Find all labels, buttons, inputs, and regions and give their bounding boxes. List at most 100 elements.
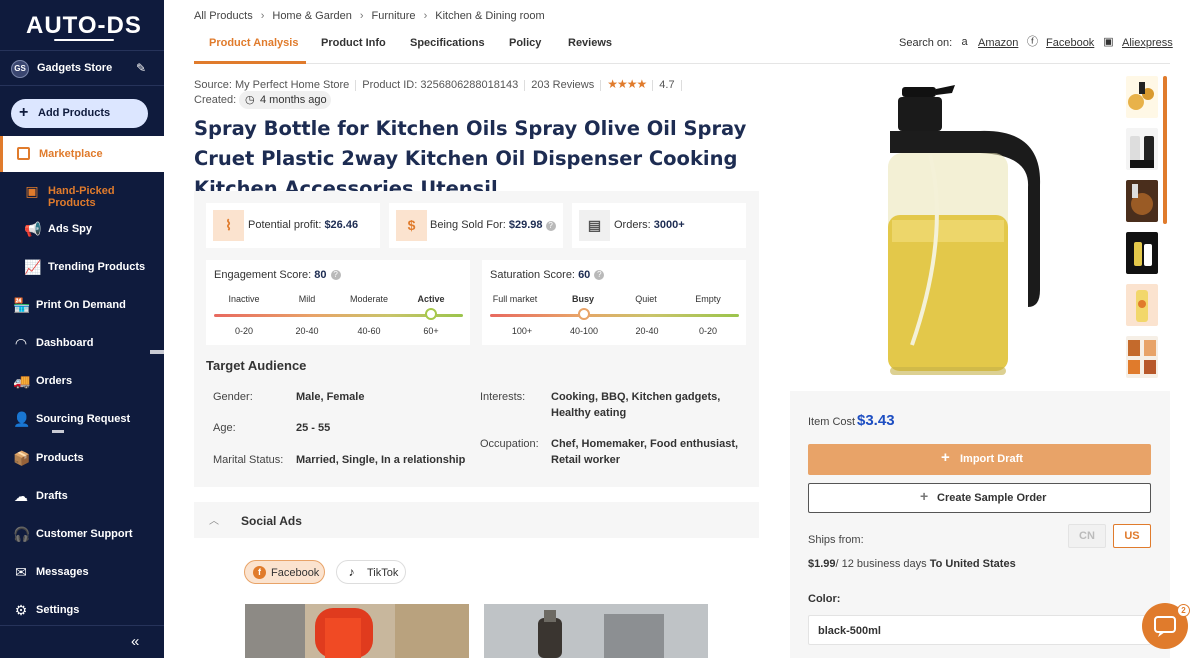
dollar-icon: $ <box>396 210 427 241</box>
engagement-level: Mild <box>298 294 316 304</box>
create-sample-order-button[interactable]: + Create Sample Order <box>808 483 1151 513</box>
sidebar-decoration <box>52 430 64 433</box>
breadcrumb-item[interactable]: Furniture <box>372 10 416 22</box>
profit-card: ⌇ Potential profit: $26.46 <box>206 203 380 248</box>
tab-reviews[interactable]: Reviews <box>568 37 612 49</box>
saturation-value: 60 <box>578 269 591 281</box>
shipping-info: $1.99/ 12 business days To United States <box>808 558 1016 570</box>
sidebar-item-orders[interactable]: 🚚 Orders <box>0 367 164 397</box>
country-cn-button[interactable]: CN <box>1068 524 1106 548</box>
facebook-link[interactable]: Facebook <box>1046 37 1094 49</box>
pencil-icon[interactable]: ✎ <box>136 61 146 75</box>
sidebar-item-ads-spy[interactable]: 📢 Ads Spy <box>0 215 164 245</box>
divider <box>680 79 682 91</box>
saturation-level: Full market <box>492 294 538 304</box>
sidebar-item-customer-support[interactable]: 🎧 Customer Support <box>0 520 164 550</box>
tiktok-filter-button[interactable]: ♪ TikTok <box>336 560 406 584</box>
product-thumbnail[interactable] <box>1126 336 1158 378</box>
store-selector[interactable]: GS Gadgets Store ✎ <box>0 50 164 86</box>
tiktok-icon: ♪ <box>348 565 355 579</box>
sidebar-item-label: Hand-Picked Products <box>48 185 115 209</box>
analysis-panel: ⌇ Potential profit: $26.46 $ Being Sold … <box>194 191 759 487</box>
import-draft-button[interactable]: + Import Draft <box>808 444 1151 475</box>
mail-icon: ✉ <box>15 564 27 580</box>
occupation-label: Occupation: <box>480 438 539 450</box>
sidebar-item-sourcing-request[interactable]: 👤 Sourcing Request <box>0 405 164 435</box>
breadcrumb-item[interactable]: Home & Garden <box>272 10 351 22</box>
sidebar-item-label: Trending Products <box>48 261 146 273</box>
logo-underline <box>54 39 114 41</box>
chevron-right-icon: › <box>260 10 265 22</box>
help-icon[interactable]: ? <box>594 270 605 281</box>
sidebar-item-label: Settings <box>36 604 80 616</box>
breadcrumb-item[interactable]: All Products <box>194 10 253 22</box>
divider <box>652 79 654 91</box>
amazon-link[interactable]: Amazon <box>978 37 1018 49</box>
sidebar-item-label: Marketplace <box>39 148 103 160</box>
aliexpress-link[interactable]: Aliexpress <box>1122 37 1173 49</box>
trending-icon: 📈 <box>24 259 42 275</box>
cloud-upload-icon: ☁ <box>14 488 28 504</box>
product-thumbnail[interactable] <box>1126 180 1158 222</box>
country-us-button[interactable]: US <box>1113 524 1151 548</box>
collapse-sidebar-button[interactable]: « <box>0 625 164 658</box>
tab-policy[interactable]: Policy <box>509 37 541 49</box>
social-ads-header[interactable]: ︿ Social Ads <box>194 502 759 538</box>
box-icon: 📦 <box>13 450 31 466</box>
review-count[interactable]: 203 Reviews <box>531 79 594 91</box>
engagement-score-card: Engagement Score: 80? Inactive Mild Mode… <box>206 260 470 345</box>
thumbnail-scrollbar[interactable] <box>1163 76 1167 224</box>
saturation-gradient <box>490 314 739 317</box>
product-thumbnail[interactable] <box>1126 128 1158 170</box>
occupation-value: Chef, Homemaker, Food enthusiast, Retail… <box>551 438 739 466</box>
shipping-destination: To United States <box>929 558 1016 570</box>
tab-product-analysis[interactable]: Product Analysis <box>209 37 298 49</box>
sidebar-item-hand-picked[interactable]: ▣ Hand-Picked Products <box>0 177 164 209</box>
ad-thumbnail-image[interactable] <box>245 604 469 658</box>
product-main-image[interactable] <box>860 75 1070 385</box>
profit-label: Potential profit: <box>248 219 322 231</box>
tab-product-info[interactable]: Product Info <box>321 37 386 49</box>
help-icon[interactable]: ? <box>330 270 341 281</box>
autods-logo[interactable]: AUTO-DS <box>26 12 142 40</box>
interests-value: Cooking, BBQ, Kitchen gadgets, Healthy e… <box>551 391 721 419</box>
sidebar-item-messages[interactable]: ✉ Messages <box>0 558 164 588</box>
help-icon[interactable]: ? <box>545 221 556 231</box>
facebook-icon: ⓕ <box>1027 36 1038 48</box>
facebook-filter-button[interactable]: f Facebook <box>244 560 325 584</box>
ad-thumbnail-image[interactable] <box>484 604 708 658</box>
search-on-label: Search on: <box>899 37 953 49</box>
add-products-button[interactable]: + Add Products <box>11 99 148 128</box>
breadcrumb-item[interactable]: Kitchen & Dining room <box>435 10 544 22</box>
tab-specifications[interactable]: Specifications <box>410 37 485 49</box>
product-thumbnail[interactable] <box>1126 284 1158 326</box>
item-cost-label: Item Cost <box>808 416 856 428</box>
marital-label: Marital Status: <box>213 454 284 466</box>
color-select[interactable]: black-500ml <box>808 615 1151 645</box>
sidebar-item-drafts[interactable]: ☁ Drafts <box>0 482 164 512</box>
product-thumbnail[interactable] <box>1126 76 1158 118</box>
sidebar-item-print-on-demand[interactable]: 🏪 Print On Demand <box>0 291 164 321</box>
saturation-heading: Saturation Score: 60? <box>490 269 605 281</box>
created-badge: ◷ 4 months ago <box>239 91 331 109</box>
chat-button[interactable]: 2 <box>1142 603 1190 649</box>
engagement-heading: Engagement Score: 80? <box>214 269 341 281</box>
product-thumbnail[interactable] <box>1126 232 1158 274</box>
divider <box>355 79 357 91</box>
sidebar-item-dashboard[interactable]: ◠ Dashboard <box>0 329 164 359</box>
profit-text: Potential profit: $26.46 <box>248 219 358 231</box>
engagement-level-active: Active <box>417 294 445 304</box>
product-id: Product ID: 3256806288018143 <box>362 79 519 91</box>
age-label: Age: <box>213 422 236 434</box>
gender-value: Male, Female <box>296 391 365 403</box>
sidebar-item-label: Orders <box>36 375 73 387</box>
sidebar-item-marketplace[interactable]: Marketplace <box>0 136 164 172</box>
gauge-icon: ◠ <box>14 335 28 351</box>
sold-for-label: Being Sold For: <box>430 219 506 231</box>
sidebar-item-trending[interactable]: 📈 Trending Products <box>0 253 164 283</box>
divider <box>524 79 526 91</box>
sidebar-item-products[interactable]: 📦 Products <box>0 444 164 474</box>
sidebar-item-label: Dashboard <box>36 337 94 349</box>
sidebar-item-settings[interactable]: ⚙ Settings <box>0 596 164 626</box>
orders-text: Orders: 3000+ <box>614 219 685 231</box>
